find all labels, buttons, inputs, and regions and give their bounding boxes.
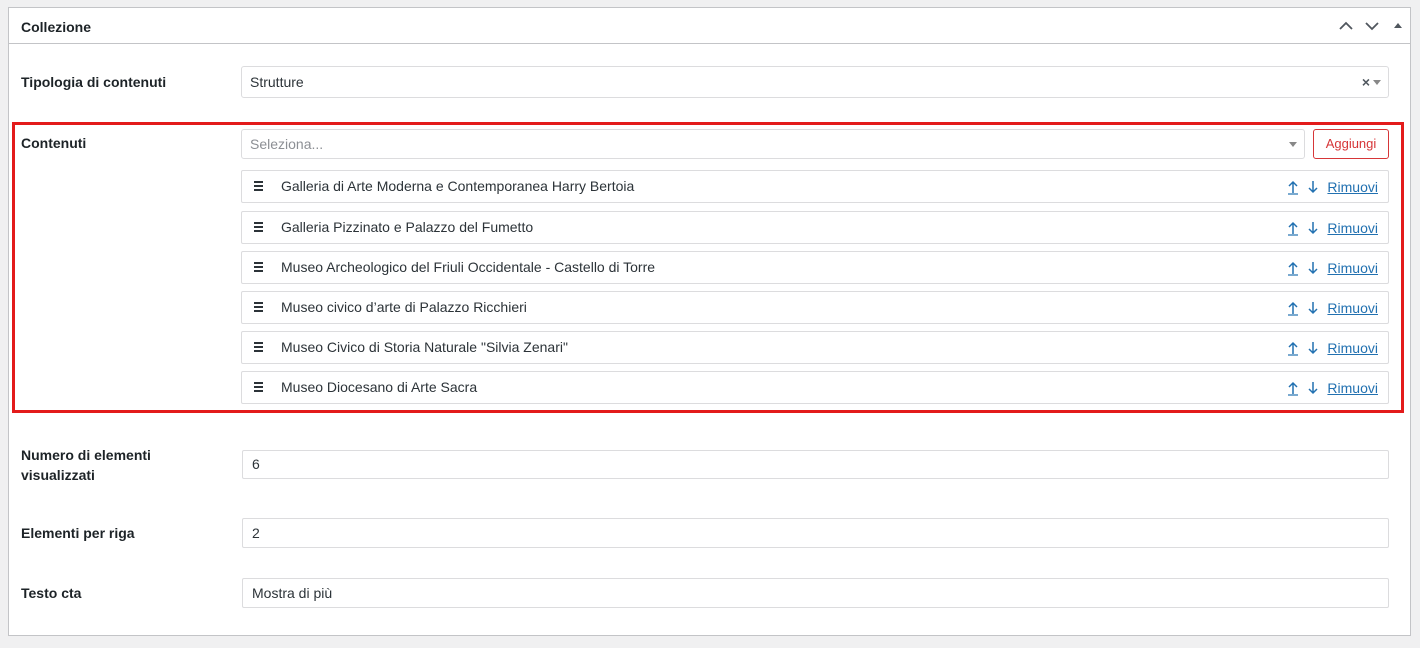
item-actions: Rimuovi	[1286, 372, 1378, 403]
chevron-up-icon[interactable]	[1337, 17, 1355, 35]
collezione-panel: Collezione Tipologia di contenuti Strutt…	[8, 7, 1411, 636]
remove-link[interactable]: Rimuovi	[1327, 179, 1378, 195]
add-button[interactable]: Aggiungi	[1313, 129, 1389, 159]
per-riga-value: 2	[252, 525, 260, 541]
arrow-up-icon[interactable]	[1286, 340, 1300, 356]
arrow-down-icon[interactable]	[1306, 380, 1320, 396]
item-label: Galleria Pizzinato e Palazzo del Fumetto	[281, 219, 534, 235]
tipologia-value: Strutture	[250, 74, 304, 90]
arrow-down-icon[interactable]	[1306, 340, 1320, 356]
list-item: Museo Civico di Storia Naturale "Silvia …	[241, 331, 1389, 364]
dropdown-arrow-icon[interactable]	[1373, 80, 1381, 85]
item-label: Museo Archeologico del Friuli Occidental…	[281, 259, 656, 275]
numero-label: Numero di elementi visualizzati	[21, 445, 151, 485]
item-label: Museo Diocesano di Arte Sacra	[281, 379, 478, 395]
panel-header: Collezione	[9, 8, 1410, 44]
remove-link[interactable]: Rimuovi	[1327, 340, 1378, 356]
tipologia-select[interactable]: Strutture ×	[241, 66, 1389, 98]
arrow-down-icon[interactable]	[1306, 179, 1320, 195]
chevron-down-icon[interactable]	[1363, 17, 1381, 35]
cta-input[interactable]: Mostra di più	[242, 578, 1389, 608]
list-item: Museo Diocesano di Arte Sacra Rimuovi	[241, 371, 1389, 404]
numero-value: 6	[252, 456, 260, 472]
contenuti-placeholder: Seleziona...	[250, 136, 324, 152]
arrow-up-icon[interactable]	[1286, 220, 1300, 236]
list-item: Galleria Pizzinato e Palazzo del Fumetto…	[241, 211, 1389, 244]
triangle-up-icon[interactable]	[1389, 17, 1407, 35]
arrow-down-icon[interactable]	[1306, 220, 1320, 236]
list-item: Galleria di Arte Moderna e Contemporanea…	[241, 170, 1389, 203]
remove-link[interactable]: Rimuovi	[1327, 260, 1378, 276]
contenuti-select[interactable]: Seleziona...	[241, 129, 1305, 159]
drag-handle-icon[interactable]	[254, 302, 264, 314]
item-label: Museo Civico di Storia Naturale "Silvia …	[281, 339, 568, 355]
item-actions: Rimuovi	[1286, 252, 1378, 283]
numero-label-line2: visualizzati	[21, 467, 95, 483]
drag-handle-icon[interactable]	[254, 262, 264, 274]
panel-title: Collezione	[21, 19, 92, 35]
per-riga-label: Elementi per riga	[21, 525, 135, 541]
drag-handle-icon[interactable]	[254, 342, 264, 354]
dropdown-arrow-icon[interactable]	[1289, 142, 1297, 147]
remove-link[interactable]: Rimuovi	[1327, 300, 1378, 316]
item-label: Museo civico d’arte di Palazzo Ricchieri	[281, 299, 527, 315]
list-item: Museo Archeologico del Friuli Occidental…	[241, 251, 1389, 284]
drag-handle-icon[interactable]	[254, 222, 264, 234]
numero-input[interactable]: 6	[242, 450, 1389, 479]
contenuti-label: Contenuti	[21, 135, 87, 151]
arrow-down-icon[interactable]	[1306, 300, 1320, 316]
arrow-up-icon[interactable]	[1286, 300, 1300, 316]
list-item: Museo civico d’arte di Palazzo Ricchieri…	[241, 291, 1389, 324]
arrow-up-icon[interactable]	[1286, 179, 1300, 195]
item-actions: Rimuovi	[1286, 332, 1378, 363]
clear-icon[interactable]: ×	[1362, 67, 1370, 97]
arrow-down-icon[interactable]	[1306, 260, 1320, 276]
remove-link[interactable]: Rimuovi	[1327, 380, 1378, 396]
item-actions: Rimuovi	[1286, 212, 1378, 243]
numero-label-line1: Numero di elementi	[21, 447, 151, 463]
item-actions: Rimuovi	[1286, 292, 1378, 323]
arrow-up-icon[interactable]	[1286, 380, 1300, 396]
remove-link[interactable]: Rimuovi	[1327, 220, 1378, 236]
item-label: Galleria di Arte Moderna e Contemporanea…	[281, 178, 635, 194]
drag-handle-icon[interactable]	[254, 181, 264, 193]
item-actions: Rimuovi	[1286, 171, 1378, 202]
tipologia-label: Tipologia di contenuti	[21, 74, 167, 90]
cta-value: Mostra di più	[252, 585, 333, 601]
arrow-up-icon[interactable]	[1286, 260, 1300, 276]
per-riga-input[interactable]: 2	[242, 518, 1389, 548]
drag-handle-icon[interactable]	[254, 382, 264, 394]
cta-label: Testo cta	[21, 585, 82, 601]
